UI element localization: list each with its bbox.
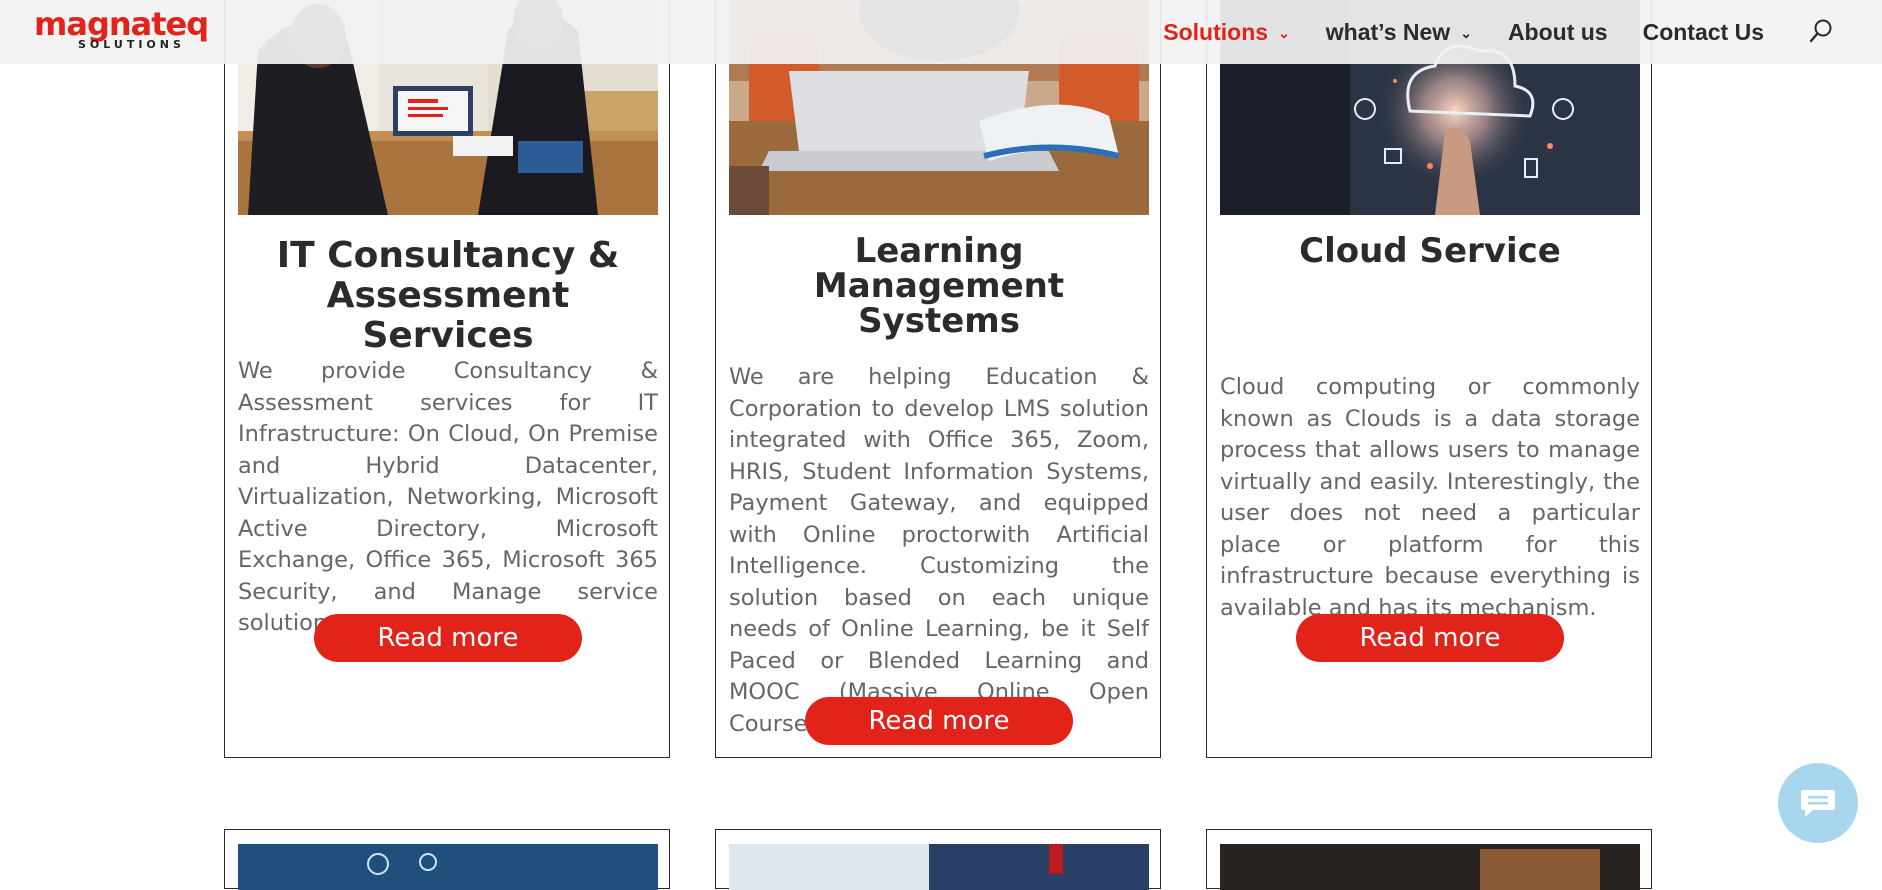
card-title: IT Consultancy & Assessment Services [276, 235, 620, 356]
card-description: We provide Consultancy & Assessment serv… [238, 358, 658, 636]
read-more-button[interactable]: Read more [314, 614, 582, 662]
card-description: We are helping Education & Corporation t… [729, 364, 1149, 737]
nav-item-solutions[interactable]: Solutions ⌄ [1163, 19, 1290, 46]
card-title: Cloud Service [1299, 231, 1561, 271]
nav-item-contact-us[interactable]: Contact Us [1643, 19, 1764, 46]
service-card-row2-2 [715, 829, 1161, 890]
search-icon[interactable] [1808, 18, 1834, 44]
chevron-down-icon: ⌄ [1278, 24, 1290, 41]
chat-icon [1801, 790, 1835, 817]
main-nav: Solutions ⌄ what’s New ⌄ About us Contac… [1163, 0, 1764, 64]
nav-item-label: About us [1507, 18, 1608, 45]
chevron-down-icon: ⌄ [1460, 24, 1472, 41]
card-image [729, 844, 1149, 890]
read-more-button[interactable]: Read more [805, 697, 1073, 745]
brand-tagline: SOLUTIONS [78, 38, 185, 51]
nav-item-label: what’s New [1325, 18, 1451, 45]
nav-item-label: Solutions [1163, 18, 1269, 45]
card-image [1220, 844, 1640, 890]
service-card-row2-3 [1206, 829, 1652, 890]
card-image [238, 844, 658, 890]
card-description: Cloud computing or commonly known as Clo… [1220, 374, 1640, 621]
site-header: magnateq SOLUTIONS Solutions ⌄ what’s Ne… [0, 0, 1882, 64]
service-card-lms: Learning Management Systems We are helpi… [715, 0, 1161, 758]
card-title: Learning Management Systems [813, 231, 1065, 341]
service-card-row2-1 [224, 829, 670, 890]
nav-item-about-us[interactable]: About us [1508, 19, 1608, 46]
service-card-cloud: Cloud Service Cloud computing or commonl… [1206, 0, 1652, 758]
chat-button[interactable] [1778, 763, 1858, 843]
read-more-button[interactable]: Read more [1296, 614, 1564, 662]
nav-item-label: Contact Us [1642, 18, 1764, 45]
nav-item-whats-new[interactable]: what’s New ⌄ [1326, 19, 1472, 46]
service-card-it-consultancy: IT Consultancy & Assessment Services We … [224, 0, 670, 758]
brand-name: magnateq [34, 5, 209, 43]
brand-logo[interactable]: magnateq SOLUTIONS [34, 5, 249, 51]
